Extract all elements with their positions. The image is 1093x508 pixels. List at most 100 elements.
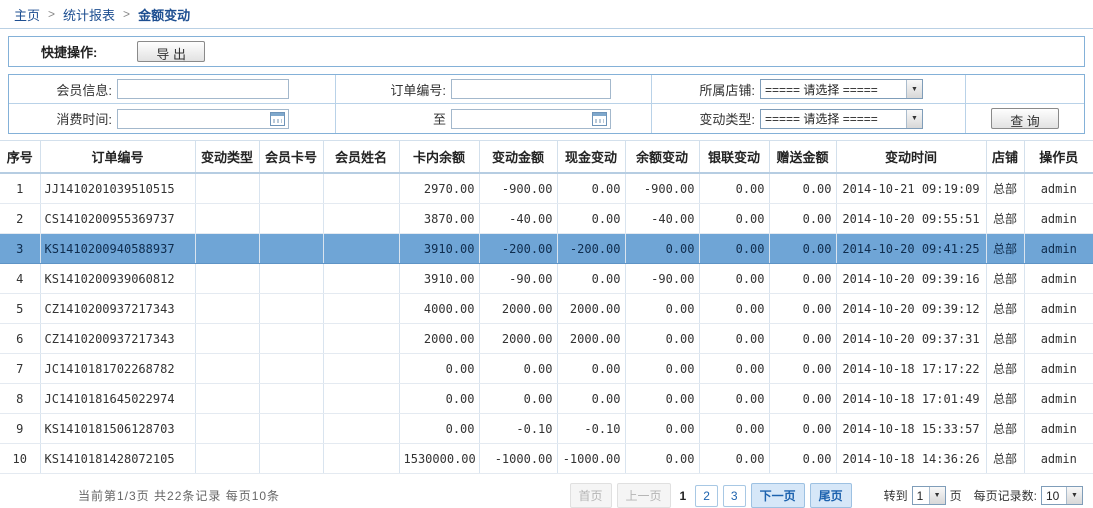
cell-card-no xyxy=(259,354,323,384)
breadcrumb-current: 金额变动 xyxy=(138,5,190,24)
cell-card-balance: 3910.00 xyxy=(399,234,479,264)
cell-gift-amount: 0.00 xyxy=(769,444,836,474)
goto-label: 转到 xyxy=(884,487,908,504)
cell-unionpay-change: 0.00 xyxy=(699,324,769,354)
filter-change-type: 变动类型: ===== 请选择 ===== ▼ xyxy=(652,104,966,133)
cell-order-no: CZ1410200937217343 xyxy=(40,324,195,354)
last-page-button[interactable]: 尾页 xyxy=(810,483,852,508)
store-label: 所属店铺: xyxy=(652,80,760,99)
member-info-input[interactable] xyxy=(117,79,289,99)
cell-cash-change: 0.00 xyxy=(557,264,625,294)
export-button[interactable]: 导 出 xyxy=(137,41,205,62)
table-row[interactable]: 4KS14102009390608123910.00-90.000.00-90.… xyxy=(0,264,1093,294)
calendar-icon[interactable] xyxy=(592,112,607,126)
cell-gift-amount: 0.00 xyxy=(769,264,836,294)
breadcrumb-reports[interactable]: 统计报表 xyxy=(63,5,115,24)
cell-member-name xyxy=(323,173,399,204)
cell-balance-change: 0.00 xyxy=(625,294,699,324)
order-no-input[interactable] xyxy=(451,79,611,99)
cell-unionpay-change: 0.00 xyxy=(699,173,769,204)
cell-gift-amount: 0.00 xyxy=(769,324,836,354)
search-button[interactable]: 查 询 xyxy=(991,108,1059,129)
cell-cash-change: 0.00 xyxy=(557,384,625,414)
goto-page-select[interactable]: 1 ▼ xyxy=(912,486,946,505)
cell-gift-amount: 0.00 xyxy=(769,384,836,414)
page-number-link[interactable]: 3 xyxy=(723,485,746,507)
change-type-label: 变动类型: xyxy=(652,109,760,128)
page-size-label: 每页记录数: xyxy=(974,487,1037,504)
table-row[interactable]: 3KS14102009405889373910.00-200.00-200.00… xyxy=(0,234,1093,264)
cell-index: 7 xyxy=(0,354,40,384)
cell-index: 5 xyxy=(0,294,40,324)
quick-actions-bar: 快捷操作: 导 出 xyxy=(8,36,1085,67)
cell-cash-change: -0.10 xyxy=(557,414,625,444)
cell-change-type xyxy=(195,234,259,264)
cell-member-name xyxy=(323,294,399,324)
cell-unionpay-change: 0.00 xyxy=(699,354,769,384)
table-row[interactable]: 5CZ14102009372173434000.002000.002000.00… xyxy=(0,294,1093,324)
cell-card-balance: 3870.00 xyxy=(399,204,479,234)
cell-card-balance: 4000.00 xyxy=(399,294,479,324)
table-row[interactable]: 7JC14101817022687820.000.000.000.000.000… xyxy=(0,354,1093,384)
cell-change-amount: 0.00 xyxy=(479,384,557,414)
cell-unionpay-change: 0.00 xyxy=(699,444,769,474)
cell-change-amount: 2000.00 xyxy=(479,294,557,324)
end-date-input[interactable] xyxy=(451,109,611,129)
table-row[interactable]: 9KS14101815061287030.00-0.10-0.100.000.0… xyxy=(0,414,1093,444)
cell-change-time: 2014-10-20 09:41:25 xyxy=(836,234,986,264)
cell-operator: admin xyxy=(1024,264,1093,294)
cell-cash-change: 0.00 xyxy=(557,204,625,234)
cell-unionpay-change: 0.00 xyxy=(699,204,769,234)
column-header-member-name: 会员姓名 xyxy=(323,141,399,174)
page-size-select[interactable]: 10 ▼ xyxy=(1041,486,1083,505)
table-row[interactable]: 8JC14101816450229740.000.000.000.000.000… xyxy=(0,384,1093,414)
cell-order-no: JJ1410201039510515 xyxy=(40,173,195,204)
table-row[interactable]: 2CS14102009553697373870.00-40.000.00-40.… xyxy=(0,204,1093,234)
data-table: 序号订单编号变动类型会员卡号会员姓名卡内余额变动金额现金变动余额变动银联变动赠送… xyxy=(0,140,1093,474)
cell-change-time: 2014-10-18 15:33:57 xyxy=(836,414,986,444)
prev-page-button[interactable]: 上一页 xyxy=(617,483,671,508)
filter-row-2: 消费时间: 至 变动类型: ===== 请选择 ===== ▼ 查 询 xyxy=(9,104,1084,133)
cell-unionpay-change: 0.00 xyxy=(699,234,769,264)
table-row[interactable]: 1JJ14102010395105152970.00-900.000.00-90… xyxy=(0,173,1093,204)
cell-card-no xyxy=(259,324,323,354)
filter-search-cell: 查 询 xyxy=(966,104,1084,133)
cell-change-amount: -900.00 xyxy=(479,173,557,204)
goto-page-value: 1 xyxy=(913,487,929,504)
cell-unionpay-change: 0.00 xyxy=(699,384,769,414)
cell-index: 2 xyxy=(0,204,40,234)
cell-change-type xyxy=(195,173,259,204)
cell-index: 6 xyxy=(0,324,40,354)
column-header-gift-amount: 赠送金额 xyxy=(769,141,836,174)
table-header-row: 序号订单编号变动类型会员卡号会员姓名卡内余额变动金额现金变动余额变动银联变动赠送… xyxy=(0,141,1093,174)
next-page-button[interactable]: 下一页 xyxy=(751,483,805,508)
pagination-bar: 当前第1/3页 共22条记录 每页10条 首页 上一页 123 下一页 尾页 转… xyxy=(0,474,1093,508)
breadcrumb-home[interactable]: 主页 xyxy=(14,5,40,24)
page-size-value: 10 xyxy=(1042,487,1066,504)
column-header-operator: 操作员 xyxy=(1024,141,1093,174)
cell-store: 总部 xyxy=(986,384,1024,414)
cell-member-name xyxy=(323,444,399,474)
cell-balance-change: -90.00 xyxy=(625,264,699,294)
cell-balance-change: -900.00 xyxy=(625,173,699,204)
cell-card-balance: 2000.00 xyxy=(399,324,479,354)
change-type-select[interactable]: ===== 请选择 ===== ▼ xyxy=(760,109,923,129)
table-row[interactable]: 10KS14101814280721051530000.00-1000.00-1… xyxy=(0,444,1093,474)
cell-change-amount: -1000.00 xyxy=(479,444,557,474)
cell-change-amount: 2000.00 xyxy=(479,324,557,354)
cell-operator: admin xyxy=(1024,324,1093,354)
breadcrumb-separator: > xyxy=(123,7,130,21)
page-number-link[interactable]: 2 xyxy=(695,485,718,507)
start-date-input[interactable] xyxy=(117,109,289,129)
change-type-select-value: ===== 请选择 ===== xyxy=(761,110,906,128)
table-row[interactable]: 6CZ14102009372173432000.002000.002000.00… xyxy=(0,324,1093,354)
table-body: 1JJ14102010395105152970.00-900.000.00-90… xyxy=(0,173,1093,474)
goto-controls: 转到 1 ▼ 页 每页记录数: 10 ▼ xyxy=(884,486,1083,505)
cell-order-no: CZ1410200937217343 xyxy=(40,294,195,324)
calendar-icon[interactable] xyxy=(270,112,285,126)
cell-index: 10 xyxy=(0,444,40,474)
store-select[interactable]: ===== 请选择 ===== ▼ xyxy=(760,79,923,99)
cell-change-type xyxy=(195,204,259,234)
cell-change-amount: -40.00 xyxy=(479,204,557,234)
first-page-button[interactable]: 首页 xyxy=(570,483,612,508)
